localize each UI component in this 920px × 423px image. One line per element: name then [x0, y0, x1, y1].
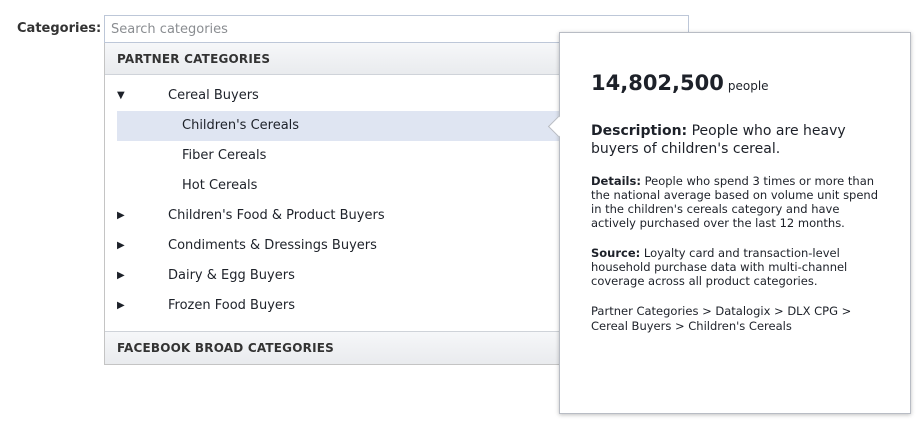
audience-count: 14,802,500	[591, 71, 724, 95]
details: Details: People who spend 3 times or mor…	[591, 174, 880, 230]
category-info-popover: 14,802,500 people Description: People who…	[547, 32, 911, 414]
audience-size: 14,802,500 people	[591, 69, 880, 100]
collapsed-arrow-icon[interactable]: ▶	[117, 201, 125, 231]
description: Description: People who are heavy buyers…	[591, 122, 880, 158]
details-label: Details:	[591, 174, 641, 188]
source: Source: Loyalty card and transaction-lev…	[591, 246, 880, 288]
source-label: Source:	[591, 246, 641, 260]
audience-unit: people	[727, 79, 769, 93]
expanded-arrow-icon[interactable]: ▼	[117, 81, 125, 111]
category-path: Partner Categories > Datalogix > DLX CPG…	[591, 304, 852, 333]
category-label: Condiments & Dressings Buyers	[168, 238, 377, 253]
category-label: Children's Food & Product Buyers	[168, 208, 385, 223]
category-label: Frozen Food Buyers	[168, 298, 296, 313]
category-label: Children's Cereals	[182, 118, 300, 133]
category-label: Dairy & Egg Buyers	[168, 268, 295, 283]
category-label: Cereal Buyers	[168, 88, 259, 103]
categories-label: Categories:	[17, 21, 102, 36]
collapsed-arrow-icon[interactable]: ▶	[117, 291, 125, 321]
category-label: Hot Cereals	[182, 178, 258, 193]
description-label: Description:	[591, 123, 688, 139]
collapsed-arrow-icon[interactable]: ▶	[117, 231, 125, 261]
category-label: Fiber Cereals	[182, 148, 267, 163]
collapsed-arrow-icon[interactable]: ▶	[117, 261, 125, 291]
